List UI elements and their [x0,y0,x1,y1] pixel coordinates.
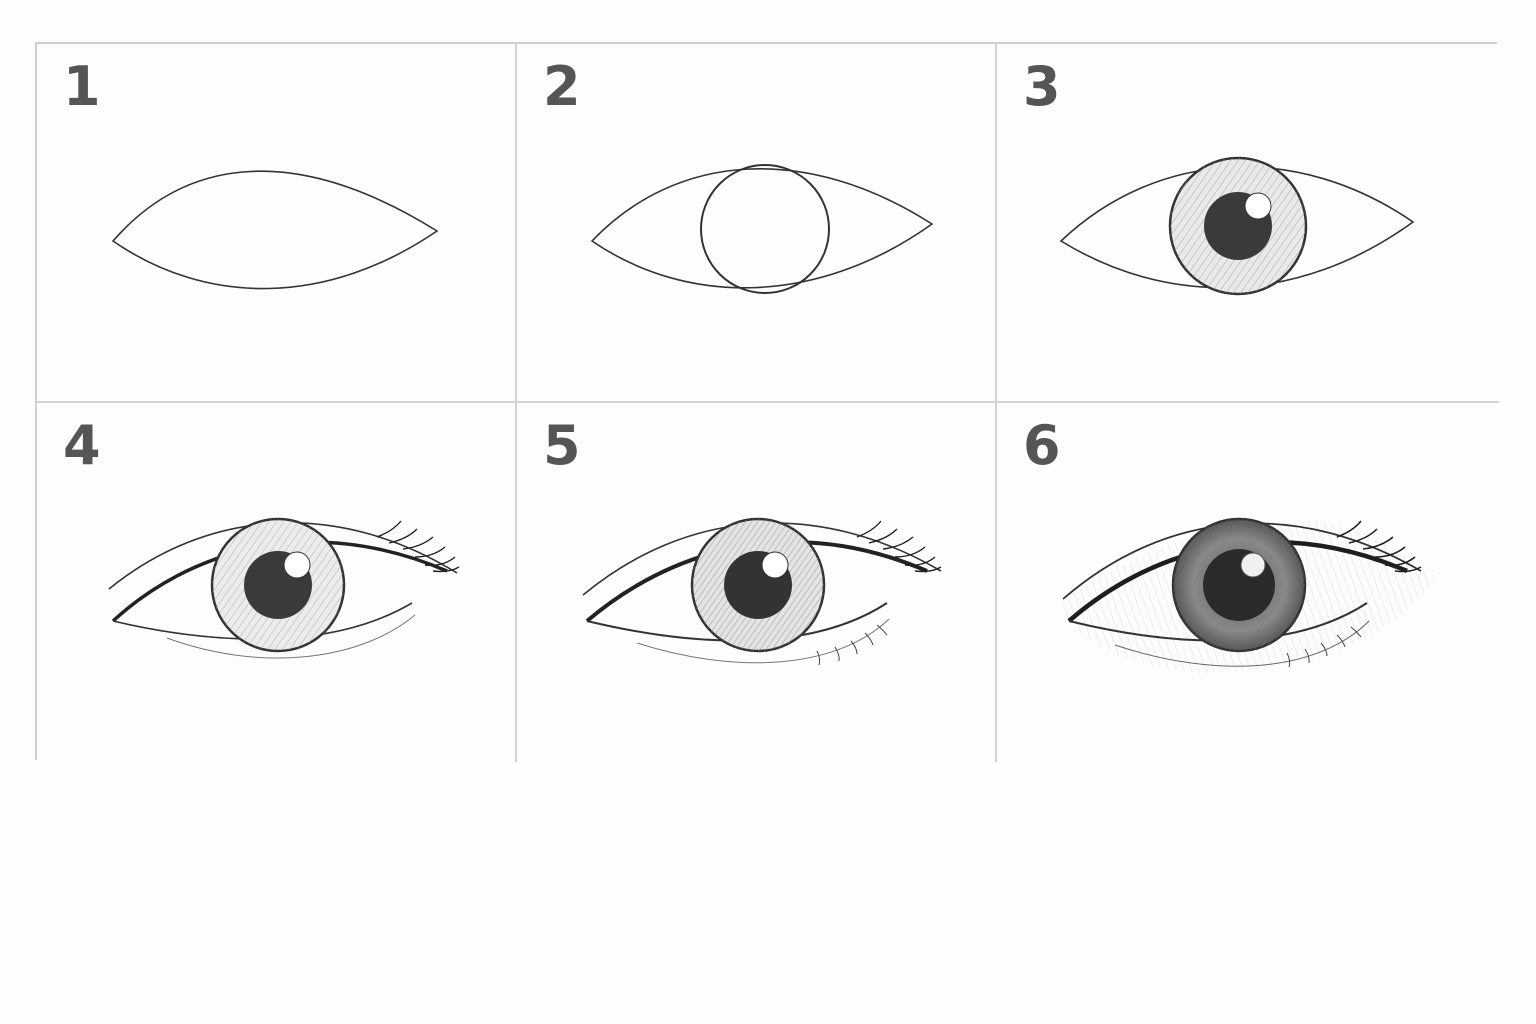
eye-iris-pupil-drawing [1059,156,1415,296]
step-panel-5: 5 [517,403,997,762]
eye-detailed-lashes-drawing [582,517,942,666]
eye-outline-iris-circle-drawing [590,164,934,294]
step-panel-6: 6 [997,403,1499,762]
step-panel-4: 4 [37,403,517,762]
eye-outline-drawing [111,170,439,290]
eye-shaded-final-drawing [1057,517,1437,673]
eye-lids-lashes-drawing [108,517,460,659]
step-panel-2: 2 [517,44,997,403]
step-panel-1: 1 [37,44,517,403]
steps-grid: 1 2 3 4 5 6 [35,42,1499,762]
step-panel-3: 3 [997,44,1499,403]
